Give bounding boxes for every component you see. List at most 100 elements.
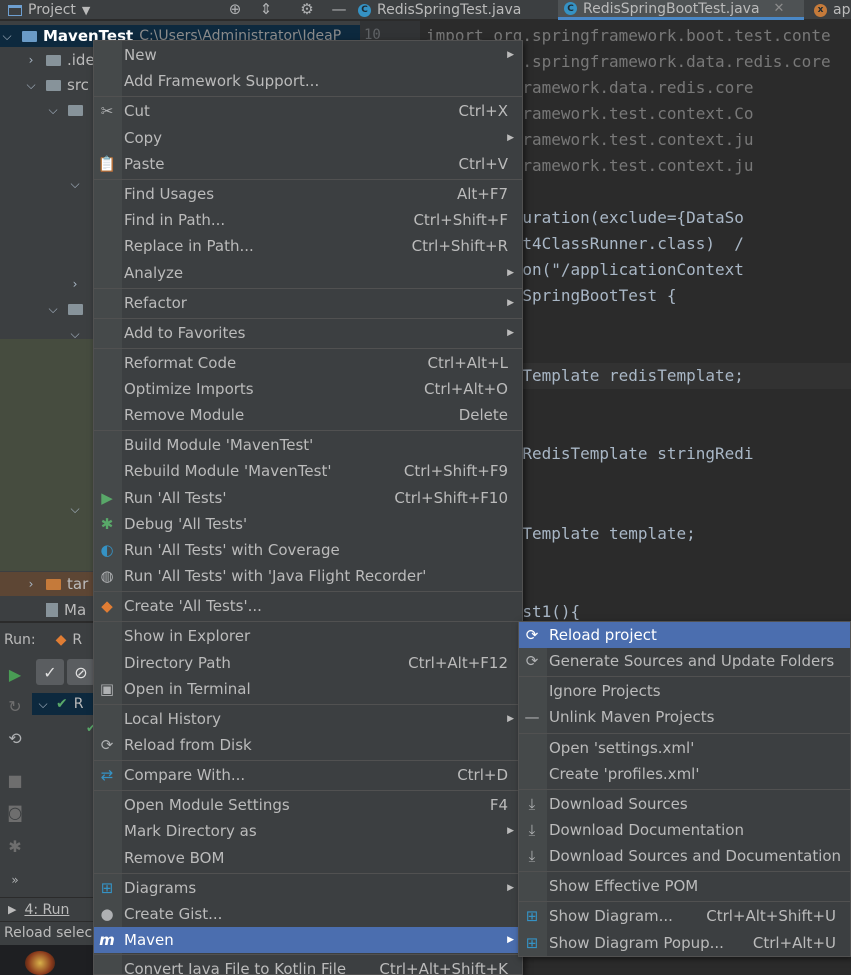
menu-item-label: Open 'settings.xml' (549, 739, 695, 757)
locate-icon[interactable]: ⊕ (224, 0, 246, 18)
generate-sources-icon: ⟳ (525, 652, 539, 670)
run-config-tab[interactable]: ◆ R (56, 632, 83, 648)
chevron-down-icon[interactable]: ⌵ (0, 29, 14, 44)
menu-separator (94, 348, 522, 349)
tree-item-test[interactable]: ⌵ (46, 298, 89, 320)
submenu-item-open-settings-xml[interactable]: Open 'settings.xml' (519, 735, 850, 761)
menu-item-local-history[interactable]: Local History ▶ (94, 706, 522, 732)
submenu-item-unlink-maven-projects[interactable]: — Unlink Maven Projects (519, 704, 850, 730)
tree-item-resources[interactable]: › (68, 273, 82, 295)
tree-item-test-package[interactable]: ⌵ (68, 498, 82, 520)
tree-item-java[interactable]: ⌵ (68, 173, 82, 195)
menu-item-add-to-favorites[interactable]: Add to Favorites ▶ (94, 320, 522, 346)
collapse-all-icon[interactable]: ⇕ (255, 0, 277, 18)
hide-panel-icon[interactable]: — (328, 0, 350, 18)
menu-item-create-gist[interactable]: ● Create Gist... (94, 901, 522, 927)
project-view-label: Project (28, 2, 76, 18)
menu-item-mark-directory-as[interactable]: Mark Directory as ▶ (94, 818, 522, 844)
menu-item-run-all-tests[interactable]: ▶ Run 'All Tests' Ctrl+Shift+F10 (94, 485, 522, 511)
menu-item-replace-in-path[interactable]: Replace in Path... Ctrl+Shift+R (94, 233, 522, 259)
submenu-item-download-sources-and-documentation[interactable]: ⤓ Download Sources and Documentation (519, 843, 850, 869)
menu-item-remove-bom[interactable]: Remove BOM (94, 845, 522, 871)
menu-item-maven[interactable]: m Maven ▶ (94, 927, 522, 953)
menu-item-reload-from-disk[interactable]: ⟳ Reload from Disk (94, 732, 522, 758)
submenu-item-ignore-projects[interactable]: Ignore Projects (519, 678, 850, 704)
menu-item-shortcut: Alt+F7 (456, 185, 508, 203)
show-passed-button[interactable]: ✓ (36, 659, 64, 685)
menu-item-remove-module[interactable]: Remove Module Delete (94, 402, 522, 428)
menu-item-open-in-terminal[interactable]: ▣ Open in Terminal (94, 676, 522, 702)
tree-item-target[interactable]: › tar (24, 573, 89, 595)
close-icon[interactable]: ✕ (774, 1, 785, 16)
menu-item-run-all-tests-with-java-flight-recorder[interactable]: ◍ Run 'All Tests' with 'Java Flight Recor… (94, 563, 522, 589)
submenu-item-show-diagram[interactable]: ⊞ Show Diagram... Ctrl+Alt+Shift+U (519, 903, 850, 929)
submenu-item-reload-project[interactable]: ⟳ Reload project (519, 622, 850, 648)
menu-item-cut[interactable]: ✂ Cut Ctrl+X (94, 98, 522, 124)
tree-item-test-java[interactable]: ⌵ (68, 323, 82, 345)
chevron-right-icon[interactable]: › (68, 277, 82, 291)
run-toolbar: ✓ ⊘ (36, 659, 95, 689)
show-ignored-button[interactable]: ⊘ (67, 659, 95, 685)
tree-item-pom[interactable]: Ma (46, 599, 86, 621)
tab-redis-spring-test[interactable]: C RedisSpringTest.java (352, 0, 527, 20)
rerun-icon[interactable]: ▶ (4, 663, 26, 685)
menu-item-copy[interactable]: Copy ▶ (94, 125, 522, 151)
menu-item-reformat-code[interactable]: Reformat Code Ctrl+Alt+L (94, 350, 522, 376)
menu-item-open-module-settings[interactable]: Open Module Settings F4 (94, 792, 522, 818)
menu-item-refactor[interactable]: Refactor ▶ (94, 290, 522, 316)
menu-item-find-usages[interactable]: Find Usages Alt+F7 (94, 181, 522, 207)
chevron-down-icon[interactable]: ⌵ (68, 502, 82, 517)
submenu-item-show-effective-pom[interactable]: Show Effective POM (519, 873, 850, 899)
submenu-item-create-profiles-xml[interactable]: Create 'profiles.xml' (519, 761, 850, 787)
project-view-dropdown[interactable]: Project ▼ (8, 0, 90, 20)
chevron-right-icon[interactable]: › (24, 53, 38, 67)
submenu-item-generate-sources-and-update-folders[interactable]: ⟳ Generate Sources and Update Folders (519, 648, 850, 674)
menu-item-add-framework-support[interactable]: Add Framework Support... (94, 68, 522, 94)
tree-item-main[interactable]: ⌵ (46, 99, 89, 121)
more-icon[interactable]: » (4, 869, 26, 891)
submenu-arrow-icon: ▶ (507, 935, 514, 945)
menu-item-directory-path[interactable]: Directory Path Ctrl+Alt+F12 (94, 650, 522, 676)
menu-item-rebuild-module-maventest[interactable]: Rebuild Module 'MavenTest' Ctrl+Shift+F9 (94, 458, 522, 484)
tab-redis-spring-boot-test[interactable]: C RedisSpringBootTest.java ✕ (558, 0, 804, 20)
menu-item-diagrams[interactable]: ⊞ Diagrams ▶ (94, 875, 522, 901)
submenu-arrow-icon: ▶ (507, 826, 514, 836)
submenu-arrow-icon: ▶ (507, 298, 514, 308)
stop-icon[interactable]: ■ (4, 769, 26, 791)
menu-item-analyze[interactable]: Analyze ▶ (94, 260, 522, 286)
menu-item-find-in-path[interactable]: Find in Path... Ctrl+Shift+F (94, 207, 522, 233)
menu-item-show-in-explorer[interactable]: Show in Explorer (94, 623, 522, 649)
settings-icon[interactable]: ✱ (4, 835, 26, 857)
menu-item-label: Ignore Projects (549, 682, 661, 700)
menu-item-debug-all-tests[interactable]: ✱ Debug 'All Tests' (94, 511, 522, 537)
chevron-down-icon[interactable]: ⌵ (36, 697, 50, 712)
menu-item-paste[interactable]: 📋 Paste Ctrl+V (94, 151, 522, 177)
menu-item-create-all-tests[interactable]: ◆ Create 'All Tests'... (94, 593, 522, 619)
app-logo-icon[interactable] (25, 951, 55, 975)
chevron-right-icon[interactable]: › (24, 577, 38, 591)
chevron-down-icon[interactable]: ⌵ (46, 302, 60, 317)
chevron-down-icon[interactable]: ⌵ (24, 78, 38, 93)
rerun-failed-icon[interactable]: ↻ (4, 695, 26, 717)
chevron-down-icon[interactable]: ⌵ (46, 103, 60, 118)
tab-ap[interactable]: x ap (808, 0, 851, 20)
menu-item-compare-with[interactable]: ⇄ Compare With... Ctrl+D (94, 762, 522, 788)
menu-item-new[interactable]: New ▶ (94, 42, 522, 68)
tree-item-src[interactable]: ⌵ src (24, 74, 88, 96)
reload-icon: ⟳ (525, 626, 539, 644)
chevron-down-icon[interactable]: ⌵ (68, 327, 82, 342)
menu-item-run-all-tests-with-coverage[interactable]: ◐ Run 'All Tests' with Coverage (94, 537, 522, 563)
menu-item-build-module-maventest[interactable]: Build Module 'MavenTest' (94, 432, 522, 458)
menu-item-convert-java-file-to-kotlin-file[interactable]: Convert Java File to Kotlin File Ctrl+Alt… (94, 956, 522, 974)
submenu-item-show-diagram-popup[interactable]: ⊞ Show Diagram Popup... Ctrl+Alt+U (519, 930, 850, 956)
chevron-down-icon[interactable]: ⌵ (68, 177, 82, 192)
menu-item-label: Paste (124, 155, 165, 173)
camera-icon[interactable]: ◙ (4, 801, 26, 823)
run-icon: ▶ (101, 489, 113, 507)
submenu-item-download-sources[interactable]: ⤓ Download Sources (519, 791, 850, 817)
toggle-auto-test-icon[interactable]: ⟲ (4, 727, 26, 749)
gear-icon[interactable]: ⚙ (296, 0, 318, 18)
submenu-item-download-documentation[interactable]: ⤓ Download Documentation (519, 817, 850, 843)
menu-item-optimize-imports[interactable]: Optimize Imports Ctrl+Alt+O (94, 376, 522, 402)
tree-item-idea[interactable]: › .ide (24, 49, 95, 71)
